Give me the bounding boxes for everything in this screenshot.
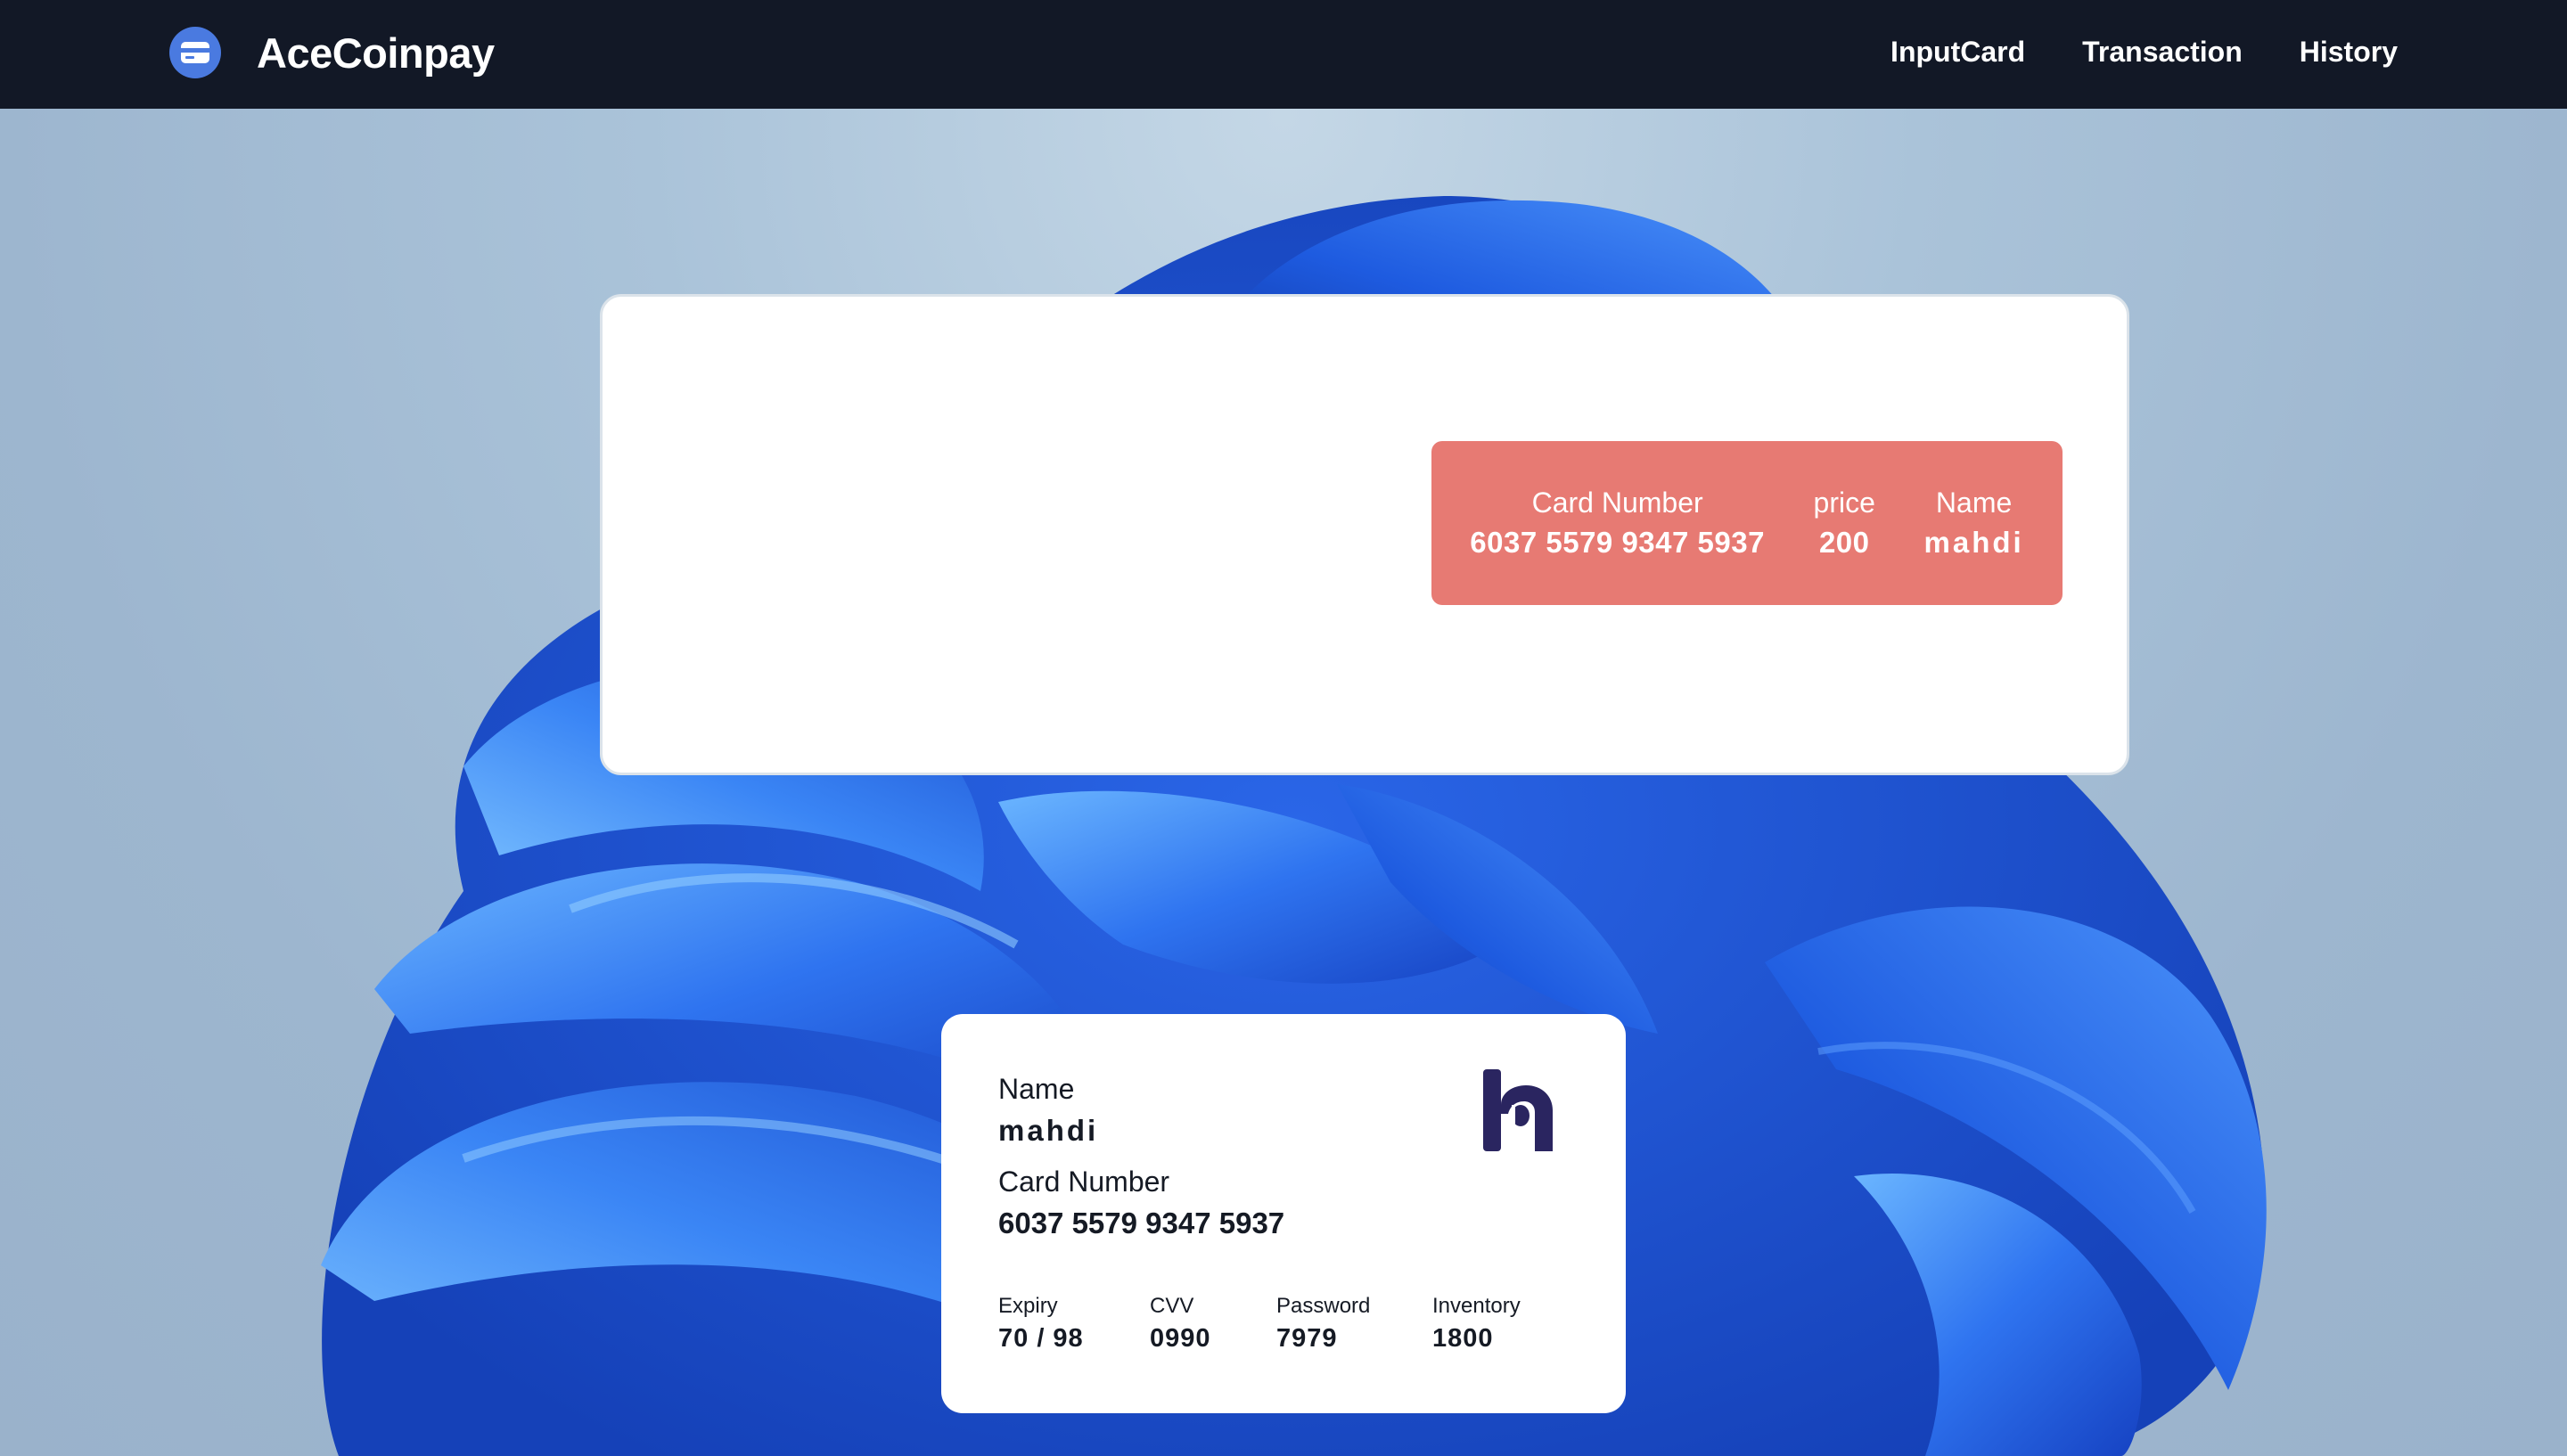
nav-history-link[interactable]: History: [2300, 32, 2398, 71]
tx-price-value: 200: [1818, 526, 1870, 559]
page: AceCoinpay InputCard Transaction History…: [0, 0, 2567, 1456]
card-inventory: Inventory 1800: [1432, 1292, 1521, 1356]
credit-card-icon: [169, 27, 221, 78]
transaction-panel: Card Number 6037 5579 9347 5937 price 20…: [600, 294, 2129, 775]
card-name-value: mahdi: [998, 1114, 1099, 1147]
bank-card[interactable]: Name mahdi Card Number 6037 5579 9347 59…: [941, 1014, 1626, 1413]
tx-price-label: price: [1813, 487, 1875, 519]
inventory-value: 1800: [1432, 1324, 1494, 1353]
tx-name-label: Name: [1935, 487, 2013, 519]
nav-transaction-link[interactable]: Transaction: [2082, 32, 2243, 71]
cvv-value: 0990: [1150, 1324, 1211, 1353]
card-number-value: 6037 5579 9347 5937: [998, 1207, 1285, 1239]
card-expiry: Expiry 70 / 98: [998, 1292, 1084, 1356]
transaction-row[interactable]: Card Number 6037 5579 9347 5937 price 20…: [1431, 441, 2063, 605]
inventory-label: Inventory: [1432, 1294, 1521, 1318]
tx-price-column: price 200: [1814, 483, 1875, 563]
bank-logo-icon: [1483, 1069, 1553, 1151]
card-number-label: Card Number: [998, 1166, 1170, 1198]
tx-card-number-column: Card Number 6037 5579 9347 5937: [1470, 483, 1765, 563]
card-password: Password 7979: [1276, 1292, 1370, 1356]
navbar: AceCoinpay InputCard Transaction History: [0, 0, 2567, 109]
expiry-label: Expiry: [998, 1294, 1058, 1318]
card-name-label: Name: [998, 1073, 1075, 1105]
tx-name-column: Name mahdi: [1924, 483, 2024, 563]
cvv-label: CVV: [1150, 1294, 1194, 1318]
brand-name: AceCoinpay: [257, 29, 495, 77]
tx-card-number-value: 6037 5579 9347 5937: [1470, 526, 1765, 559]
nav-menu: InputCard Transaction History: [1833, 32, 2398, 71]
tx-card-number-label: Card Number: [1531, 487, 1703, 519]
password-label: Password: [1276, 1294, 1371, 1318]
expiry-value: 70 / 98: [998, 1324, 1084, 1353]
brand[interactable]: AceCoinpay: [169, 25, 495, 80]
nav-inputcard-link[interactable]: InputCard: [1890, 32, 2025, 71]
card-cvv: CVV 0990: [1150, 1292, 1211, 1356]
tx-name-value: mahdi: [1923, 526, 2024, 559]
password-value: 7979: [1276, 1324, 1338, 1353]
